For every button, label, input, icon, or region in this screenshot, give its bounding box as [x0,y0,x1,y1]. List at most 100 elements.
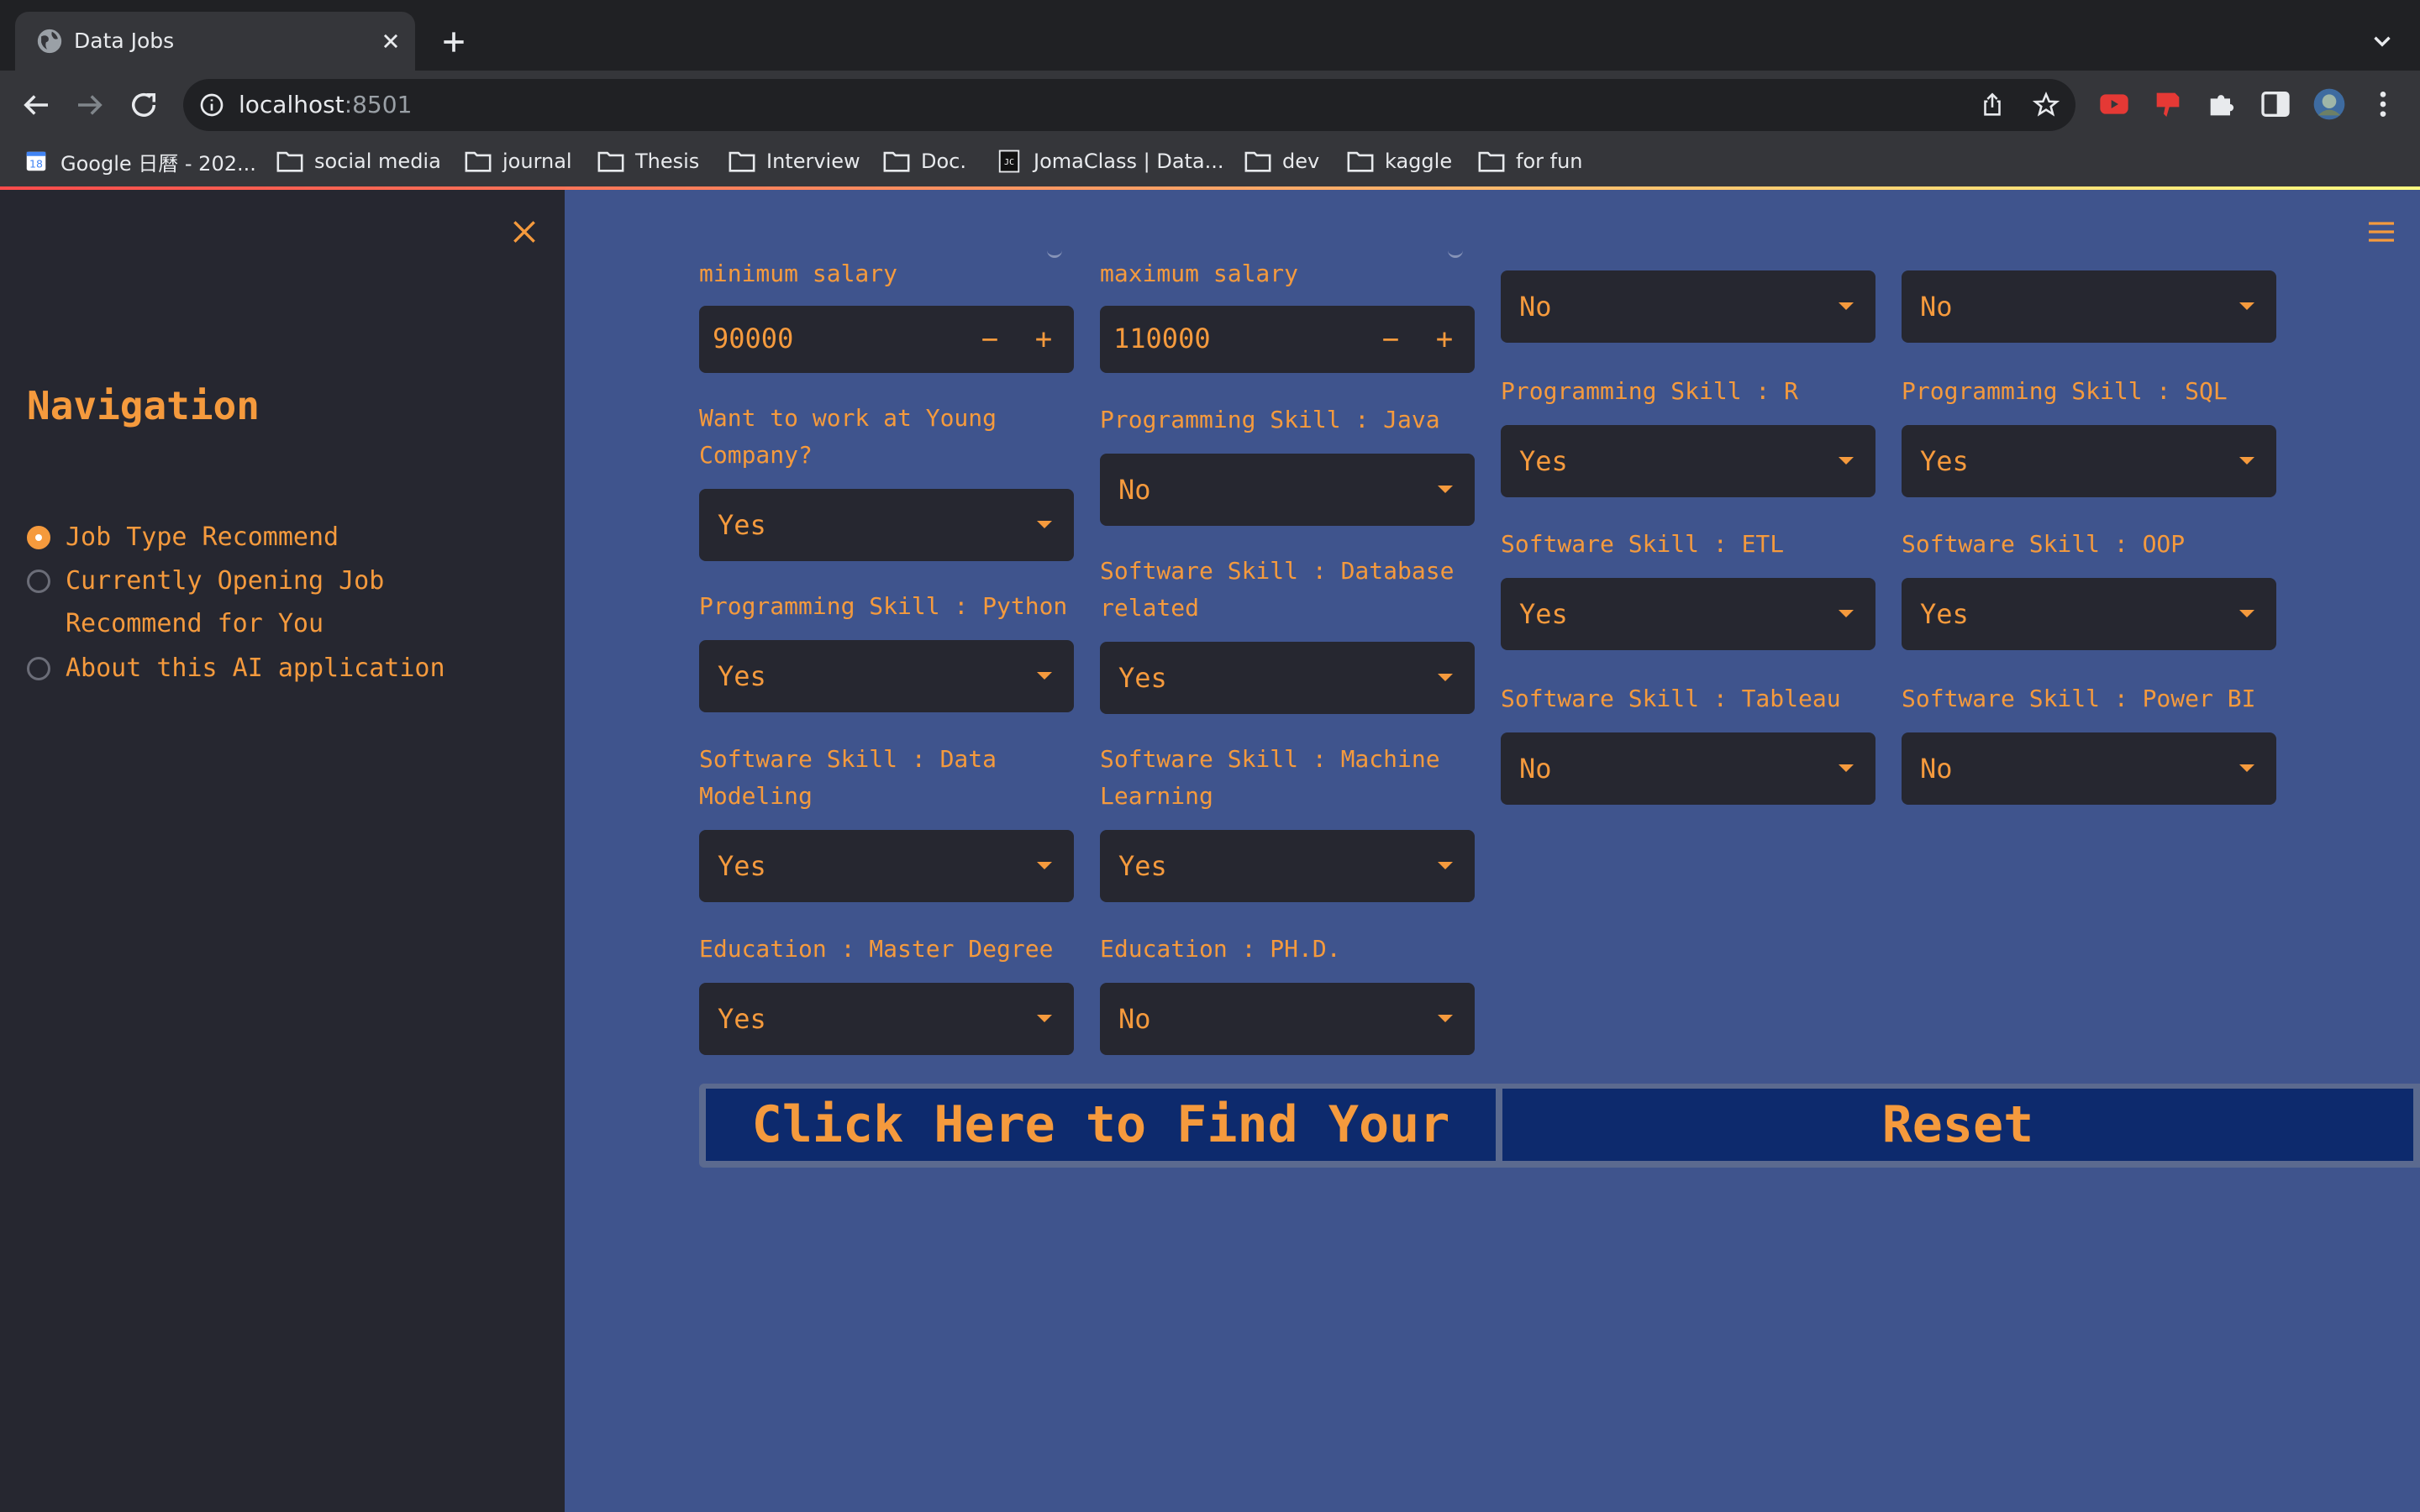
caret-down-icon [2239,302,2254,310]
radio-label: Currently Opening Job Recommend for You [66,566,385,638]
powerbi-select[interactable]: No [1902,732,2276,805]
folder-icon [729,151,755,172]
young-company-select[interactable]: Yes [699,489,1074,561]
star-icon[interactable] [2032,91,2060,119]
back-arrow-icon[interactable] [18,87,54,123]
reload-icon[interactable] [126,87,161,123]
master-degree-field: Education : Master Degree Yes [699,931,1074,1055]
select-value: Yes [718,509,766,541]
more-vertical-icon[interactable] [2366,87,2400,121]
oop-field: Software Skill : OOP Yes [1902,526,2276,650]
bookmark-label: JomaClass | Data... [1034,150,1224,173]
increment-button[interactable]: + [1025,321,1062,358]
decrement-button[interactable]: − [971,321,1008,358]
browser-tab[interactable]: Data Jobs [15,12,415,71]
folder-icon [1244,151,1271,172]
python-select[interactable]: Yes [699,640,1074,712]
bookmark-item[interactable]: for fun [1477,144,1583,178]
select-value: Yes [1118,850,1167,882]
stepper-value: 110000 [1113,323,1211,354]
field-label: Programming Skill : Java [1100,406,1440,433]
chevron-down-icon[interactable] [2368,27,2396,55]
folder-icon [1478,151,1505,172]
svg-text:JC: JC [1004,158,1014,167]
tableau-field: Software Skill : Tableau No [1501,680,1876,805]
field-label: maximum salary [1100,260,1299,287]
decrement-button[interactable]: − [1372,321,1409,358]
field-label: Education : PH.D. [1100,935,1341,963]
select-value: No [1519,291,1552,323]
data-modeling-select[interactable]: Yes [699,830,1074,902]
globe-icon [37,29,62,54]
r-select[interactable]: Yes [1501,425,1876,497]
bookmark-item[interactable]: social media [276,144,441,178]
puzzle-icon[interactable] [2205,87,2238,121]
database-select[interactable]: Yes [1100,642,1475,714]
col3-top-select[interactable]: No [1501,270,1876,343]
bookmark-item[interactable]: journal [464,144,572,178]
info-icon[interactable] [198,92,225,118]
field-label: Software Skill : ETL [1501,530,1785,558]
radio-label: About this AI application [66,654,445,683]
radio-selected-icon [27,526,50,549]
bookmark-label: Doc. [921,150,966,173]
select-value: Yes [718,850,766,882]
field-label: Software Skill : Database related [1100,557,1455,622]
share-icon[interactable] [1978,91,2007,119]
jomaclass-icon: JC [998,150,1020,173]
sidebar: Navigation Job Type Recommend Currently … [0,190,565,1512]
bookmark-item[interactable]: Thesis [597,144,699,178]
radio-option-about[interactable]: About this AI application [27,647,553,690]
svg-text:18: 18 [29,158,43,171]
etl-select[interactable]: Yes [1501,578,1876,650]
address-bar[interactable]: localhost:8501 [183,79,2075,131]
oop-select[interactable]: Yes [1902,578,2276,650]
java-field: Programming Skill : Java No [1100,402,1475,526]
select-value: Yes [1920,598,1969,630]
bookmark-item[interactable]: kaggle [1346,144,1452,178]
min-salary-stepper[interactable]: 90000 − + [699,306,1074,373]
phd-field: Education : PH.D. No [1100,931,1475,1055]
bookmark-item[interactable]: Interview [728,144,860,178]
plus-icon[interactable] [437,25,471,59]
close-icon[interactable] [508,215,541,249]
max-salary-stepper[interactable]: 110000 − + [1100,306,1475,373]
find-job-button[interactable]: Click Here to Find Your [706,1089,1496,1161]
youtube-extension-icon[interactable] [2097,87,2131,121]
python-field: Programming Skill : Python Yes [699,588,1074,712]
etl-field: Software Skill : ETL Yes [1501,526,1876,650]
radio-option-opening-jobs[interactable]: Currently Opening Job Recommend for You [27,559,469,645]
java-select[interactable]: No [1100,454,1475,526]
dislike-extension-icon[interactable] [2151,87,2185,121]
radio-unselected-icon [27,570,50,593]
bookmark-item[interactable]: Doc. [882,144,966,178]
close-icon[interactable] [376,27,405,55]
main-content: minimum salary 90000 − + Want to work at… [565,190,2420,1512]
bookmark-item[interactable]: JC JomaClass | Data... [995,144,1224,178]
bookmark-item[interactable]: 18 Google 日曆 - 202... [22,144,256,178]
caret-down-icon [1438,674,1453,681]
avatar[interactable] [2312,87,2346,121]
phd-select[interactable]: No [1100,983,1475,1055]
col4-top-select[interactable]: No [1902,270,2276,343]
bookmark-label: dev [1282,150,1320,173]
radio-option-job-type[interactable]: Job Type Recommend [27,516,553,559]
forward-arrow-icon[interactable] [72,87,108,123]
tableau-select[interactable]: No [1501,732,1876,805]
sql-select[interactable]: Yes [1902,425,2276,497]
side-panel-icon[interactable] [2259,87,2292,121]
browser-tab-strip: Data Jobs [0,0,2420,71]
calendar-icon: 18 [26,151,46,171]
reset-button[interactable]: Reset [1502,1089,2413,1161]
master-degree-select[interactable]: Yes [699,983,1074,1055]
bookmark-label: journal [502,150,572,173]
machine-learning-select[interactable]: Yes [1100,830,1475,902]
increment-button[interactable]: + [1426,321,1463,358]
caret-down-icon [1839,610,1854,617]
hamburger-menu-icon[interactable] [2365,215,2398,249]
caret-down-icon [1438,862,1453,869]
bookmark-item[interactable]: dev [1244,144,1319,178]
field-label: Software Skill : Power BI [1902,685,2256,712]
machine-learning-field: Software Skill : Machine Learning Yes [1100,741,1475,902]
field-label: minimum salary [699,260,898,287]
